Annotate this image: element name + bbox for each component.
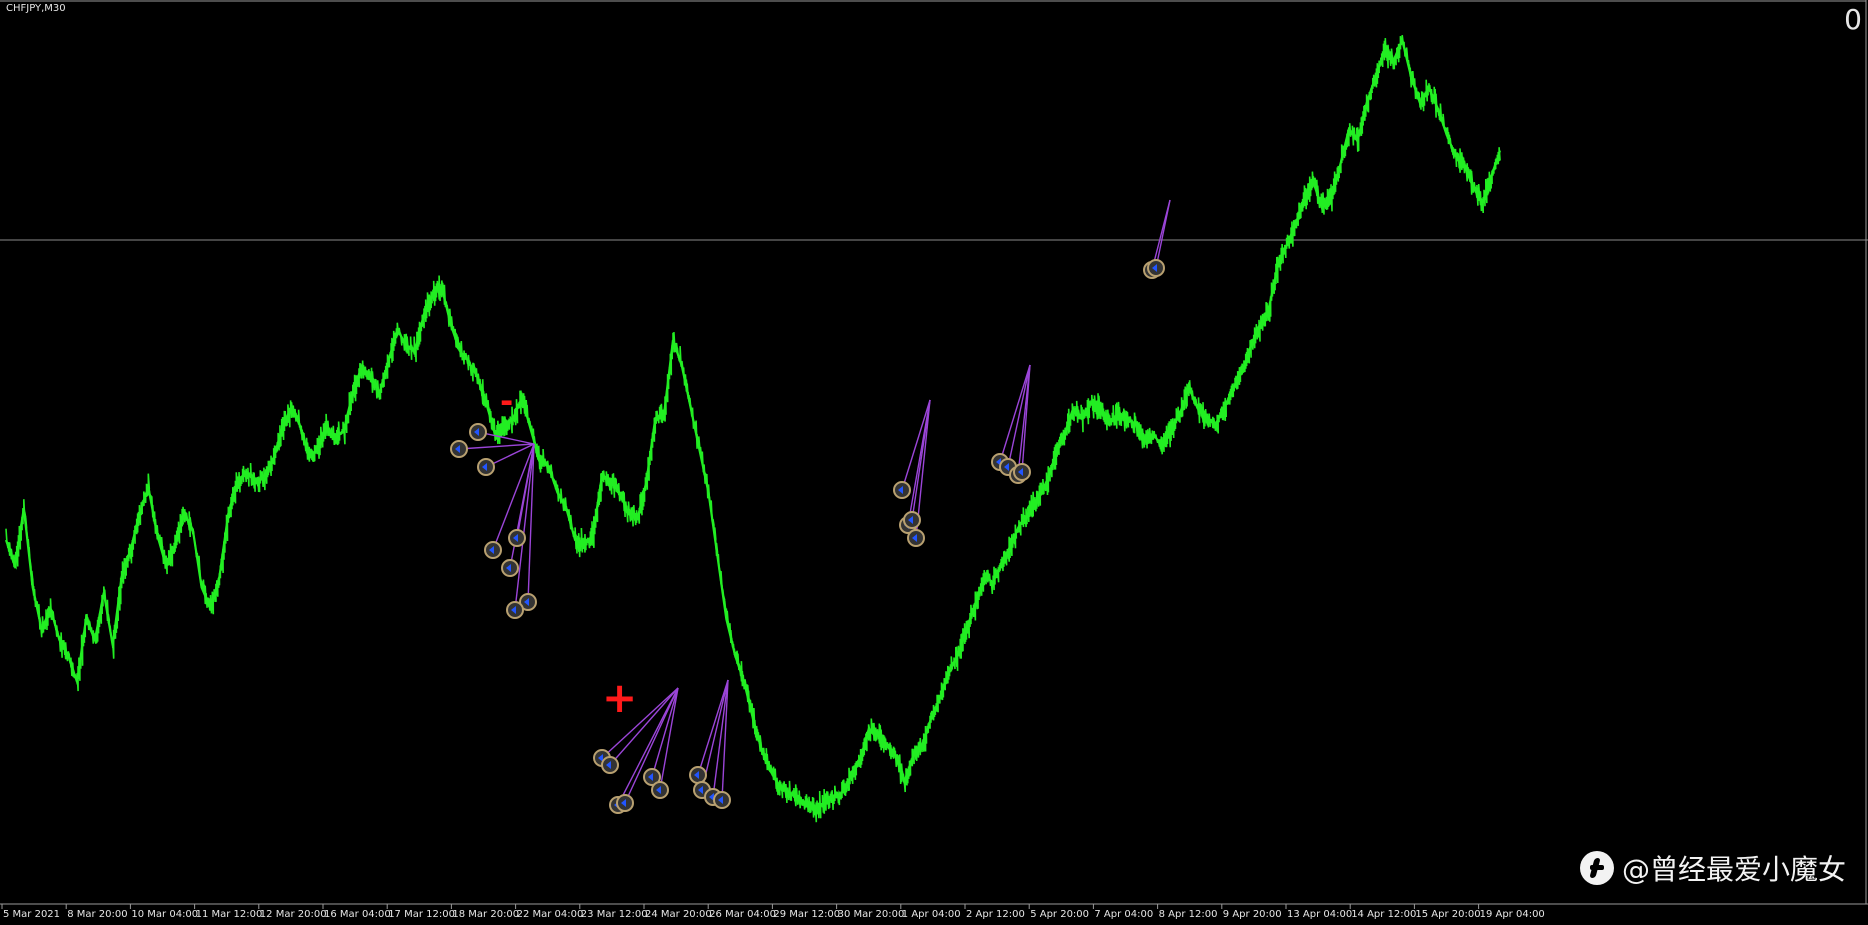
x-tick-label: 9 Apr 20:00	[1223, 909, 1282, 920]
x-tick-label: 16 Mar 04:00	[324, 909, 391, 920]
watermark-text: @曾经最爱小魔女	[1621, 853, 1846, 886]
x-tick-label: 8 Mar 20:00	[67, 909, 127, 920]
x-tick-label: 8 Apr 12:00	[1159, 909, 1218, 920]
x-tick-label: 26 Mar 04:00	[709, 909, 776, 920]
x-tick-label: 12 Mar 20:00	[260, 909, 327, 920]
x-tick-label: 24 Mar 20:00	[645, 909, 712, 920]
minus-annotation: -	[500, 382, 513, 420]
x-tick-label: 23 Mar 12:00	[581, 909, 648, 920]
x-tick-label: 14 Apr 12:00	[1351, 909, 1416, 920]
x-tick-label: 29 Mar 12:00	[773, 909, 840, 920]
x-tick-label: 15 Apr 20:00	[1415, 909, 1480, 920]
x-tick-label: 2 Apr 12:00	[966, 909, 1025, 920]
chart-background	[0, 0, 1868, 925]
x-tick-label: 5 Mar 2021	[3, 909, 60, 920]
plus-annotation: +	[602, 673, 637, 722]
x-tick-label: 17 Mar 12:00	[388, 909, 455, 920]
x-tick-label: 18 Mar 20:00	[452, 909, 519, 920]
toutiao-logo-icon	[1579, 851, 1614, 885]
tick-counter: 0	[1844, 3, 1862, 36]
symbol-label: CHFJPY,M30	[6, 3, 66, 14]
x-tick-label: 7 Apr 04:00	[1094, 909, 1153, 920]
chart-canvas[interactable]: - + 5 Mar 2021 8 Mar 20:00 10 Mar 04:0011 M…	[0, 0, 1868, 925]
x-tick-label: 30 Mar 20:00	[838, 909, 905, 920]
x-tick-label: 19 Apr 04:00	[1480, 909, 1545, 920]
x-tick-label: 5 Apr 20:00	[1030, 909, 1089, 920]
x-tick-label: 13 Apr 04:00	[1287, 909, 1352, 920]
x-tick-label: 1 Apr 04:00	[902, 909, 961, 920]
x-tick-label: 10 Mar 04:00	[131, 909, 198, 920]
watermark: @曾经最爱小魔女	[1579, 848, 1846, 888]
x-tick-label: 22 Mar 04:00	[517, 909, 584, 920]
x-tick-label: 11 Mar 12:00	[196, 909, 263, 920]
price-chart[interactable]: - + 5 Mar 2021 8 Mar 20:00 10 Mar 04:00 11 M…	[0, 0, 1868, 925]
